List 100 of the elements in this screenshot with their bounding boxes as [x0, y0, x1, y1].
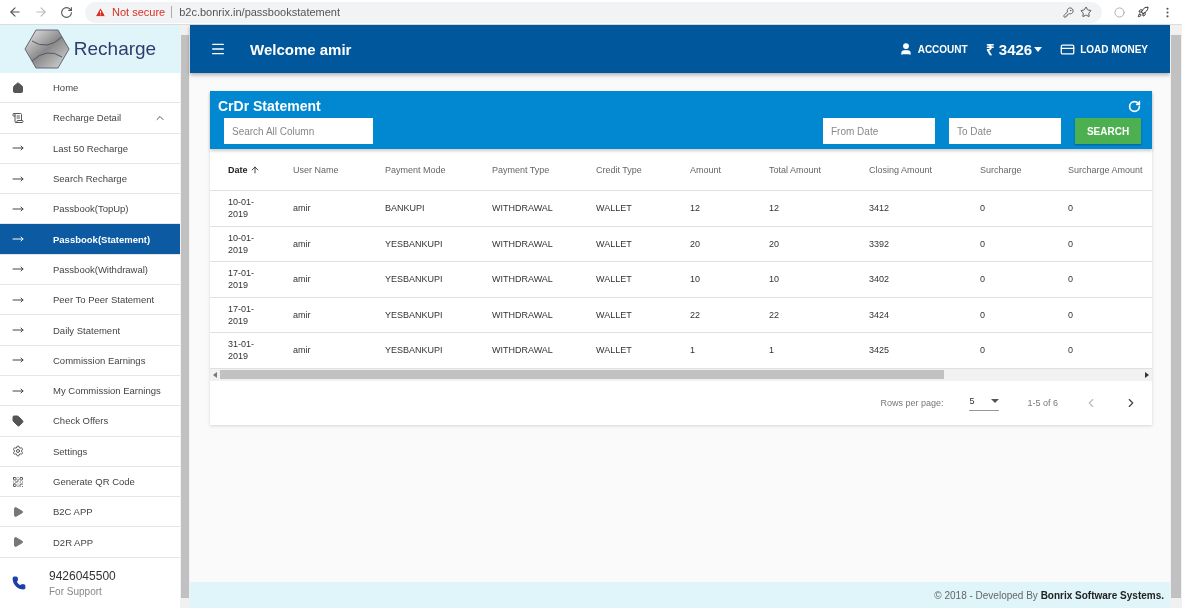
column-header[interactable]: Payment Mode — [385, 164, 492, 175]
warning-icon — [95, 6, 106, 18]
card-icon — [1060, 41, 1076, 57]
page-scrollbar[interactable] — [1170, 25, 1182, 608]
table-cell-text: 22 — [769, 309, 780, 320]
table-cell-text: 20 — [690, 238, 701, 249]
play-icon — [12, 536, 24, 549]
table-cell-text: amir — [293, 309, 312, 320]
menu-icon[interactable] — [210, 41, 226, 57]
logo-text: Recharge — [73, 38, 157, 60]
account-button[interactable]: ACCOUNT — [898, 42, 968, 56]
settings-icon — [12, 445, 24, 458]
search-field[interactable]: Search All Column — [224, 118, 373, 144]
column-header[interactable]: Credit Type — [596, 164, 690, 175]
column-header[interactable]: Amount — [690, 164, 769, 175]
caret-icon — [991, 399, 1000, 403]
qr-code-icon — [12, 475, 24, 488]
column-header[interactable]: Closing Amount — [869, 164, 980, 175]
card-title: CrDr Statement — [218, 98, 321, 114]
user-icon — [898, 42, 913, 56]
rows-per-page-select[interactable]: 5 — [969, 394, 1000, 411]
table-cell-text: WITHDRAWAL — [492, 203, 554, 214]
table-cell-text: 12 — [690, 203, 701, 214]
table-cell-text: WITHDRAWAL — [492, 274, 554, 285]
table-cell-text: 12 — [769, 203, 780, 214]
table-cell-text: 20 — [769, 238, 780, 249]
table-cell-text: 10-01-2019 — [228, 196, 255, 221]
scroll-right-icon[interactable] — [1145, 371, 1149, 378]
tag-icon — [12, 414, 24, 427]
table-cell-text: 0 — [980, 238, 986, 249]
table-cell-text: YESBANKUPI — [385, 274, 444, 285]
list-icon — [12, 111, 24, 124]
table-cell-text: 0 — [1068, 203, 1074, 214]
table-cell-text: WITHDRAWAL — [492, 238, 554, 249]
table-cell-text: WITHDRAWAL — [492, 309, 554, 320]
column-header[interactable]: Date — [228, 164, 293, 175]
sort-arrow-icon — [249, 164, 260, 175]
table-cell-text: 22 — [690, 309, 701, 320]
table-cell-text: 3412 — [869, 203, 891, 214]
column-header[interactable]: Surcharge — [980, 164, 1068, 175]
refresh-icon[interactable] — [1128, 99, 1141, 113]
table-cell-text: 0 — [980, 309, 986, 320]
table-cell-text: 0 — [1068, 274, 1074, 285]
column-header[interactable]: User Name — [293, 164, 385, 175]
table-cell-text: YESBANKUPI — [385, 345, 444, 356]
support-phone: 9426045500 — [49, 568, 116, 583]
security-label: Not secure — [112, 6, 166, 18]
phone-icon — [12, 575, 26, 590]
table-cell-text: 0 — [1068, 238, 1074, 249]
column-header[interactable]: Total Amount — [769, 164, 869, 175]
table-cell-text: WITHDRAWAL — [492, 345, 554, 356]
rows-per-page-label: Rows per page: — [880, 397, 944, 408]
table-cell-text: 3392 — [869, 238, 891, 249]
balance-button[interactable]: ₹ 3426 — [985, 39, 1043, 59]
table-cell-text: 10 — [690, 274, 701, 285]
table-cell-text: amir — [293, 274, 312, 285]
table-cell-text: 10-01-2019 — [228, 231, 255, 256]
table-cell-text: WALLET — [596, 345, 633, 356]
hexagon-logo-icon — [23, 29, 70, 69]
table-cell-text: 10 — [769, 274, 780, 285]
table-cell-text: YESBANKUPI — [385, 238, 444, 249]
to-date-field[interactable]: To Date — [949, 118, 1061, 144]
table-cell-text: 3402 — [869, 274, 891, 285]
table-cell-text: 0 — [980, 274, 986, 285]
column-header[interactable]: Surcharge Amount — [1068, 164, 1152, 175]
table-cell-text: 3424 — [869, 309, 891, 320]
table-cell-text: WALLET — [596, 274, 633, 285]
column-header[interactable]: Payment Type — [492, 164, 596, 175]
table-cell-text: 0 — [1068, 345, 1074, 356]
table-cell-text: amir — [293, 345, 312, 356]
from-date-field[interactable]: From Date — [823, 118, 935, 144]
support-caption: For Support — [49, 585, 103, 597]
page-range: 1-5 of 6 — [1027, 397, 1058, 408]
scroll-left-icon[interactable] — [213, 371, 217, 378]
table-cell-text: WALLET — [596, 203, 633, 214]
url-text: b2c.bonrix.in/passbookstatement — [171, 6, 341, 18]
play-icon — [12, 505, 24, 518]
load-money-button[interactable]: LOAD MONEY — [1060, 41, 1148, 57]
table-cell-text: 17-01-2019 — [228, 302, 255, 327]
table-cell-text: 0 — [980, 345, 986, 356]
table-cell-text: amir — [293, 238, 312, 249]
table-cell-text: 31-01-2019 — [228, 338, 255, 363]
bookmark-star-icon[interactable] — [1080, 6, 1092, 18]
key-icon[interactable] — [1063, 6, 1074, 18]
table-cell-text: amir — [293, 203, 312, 214]
scrollbar[interactable] — [180, 25, 190, 608]
sidebar-item[interactable]: Passbook(Statement) — [0, 224, 180, 255]
address-bar[interactable]: Not secure b2c.bonrix.in/passbookstatement — [85, 1, 1102, 23]
table-cell-text: 0 — [980, 203, 986, 214]
reload-icon[interactable] — [60, 5, 73, 19]
table-cell-text: BANKUPI — [385, 203, 426, 214]
table-cell-text: YESBANKUPI — [385, 309, 444, 320]
table-cell-text: 0 — [1068, 309, 1074, 320]
home-icon — [12, 81, 24, 94]
back-icon[interactable] — [8, 5, 22, 19]
table-cell-text: 1 — [690, 345, 696, 356]
table-cell-text: 17-01-2019 — [228, 267, 255, 292]
rocket-icon[interactable] — [1137, 6, 1149, 18]
table-cell-text: WALLET — [596, 309, 633, 320]
footer-text: © 2018 - Developed By Bonrix Software Systems. — [934, 589, 1164, 601]
